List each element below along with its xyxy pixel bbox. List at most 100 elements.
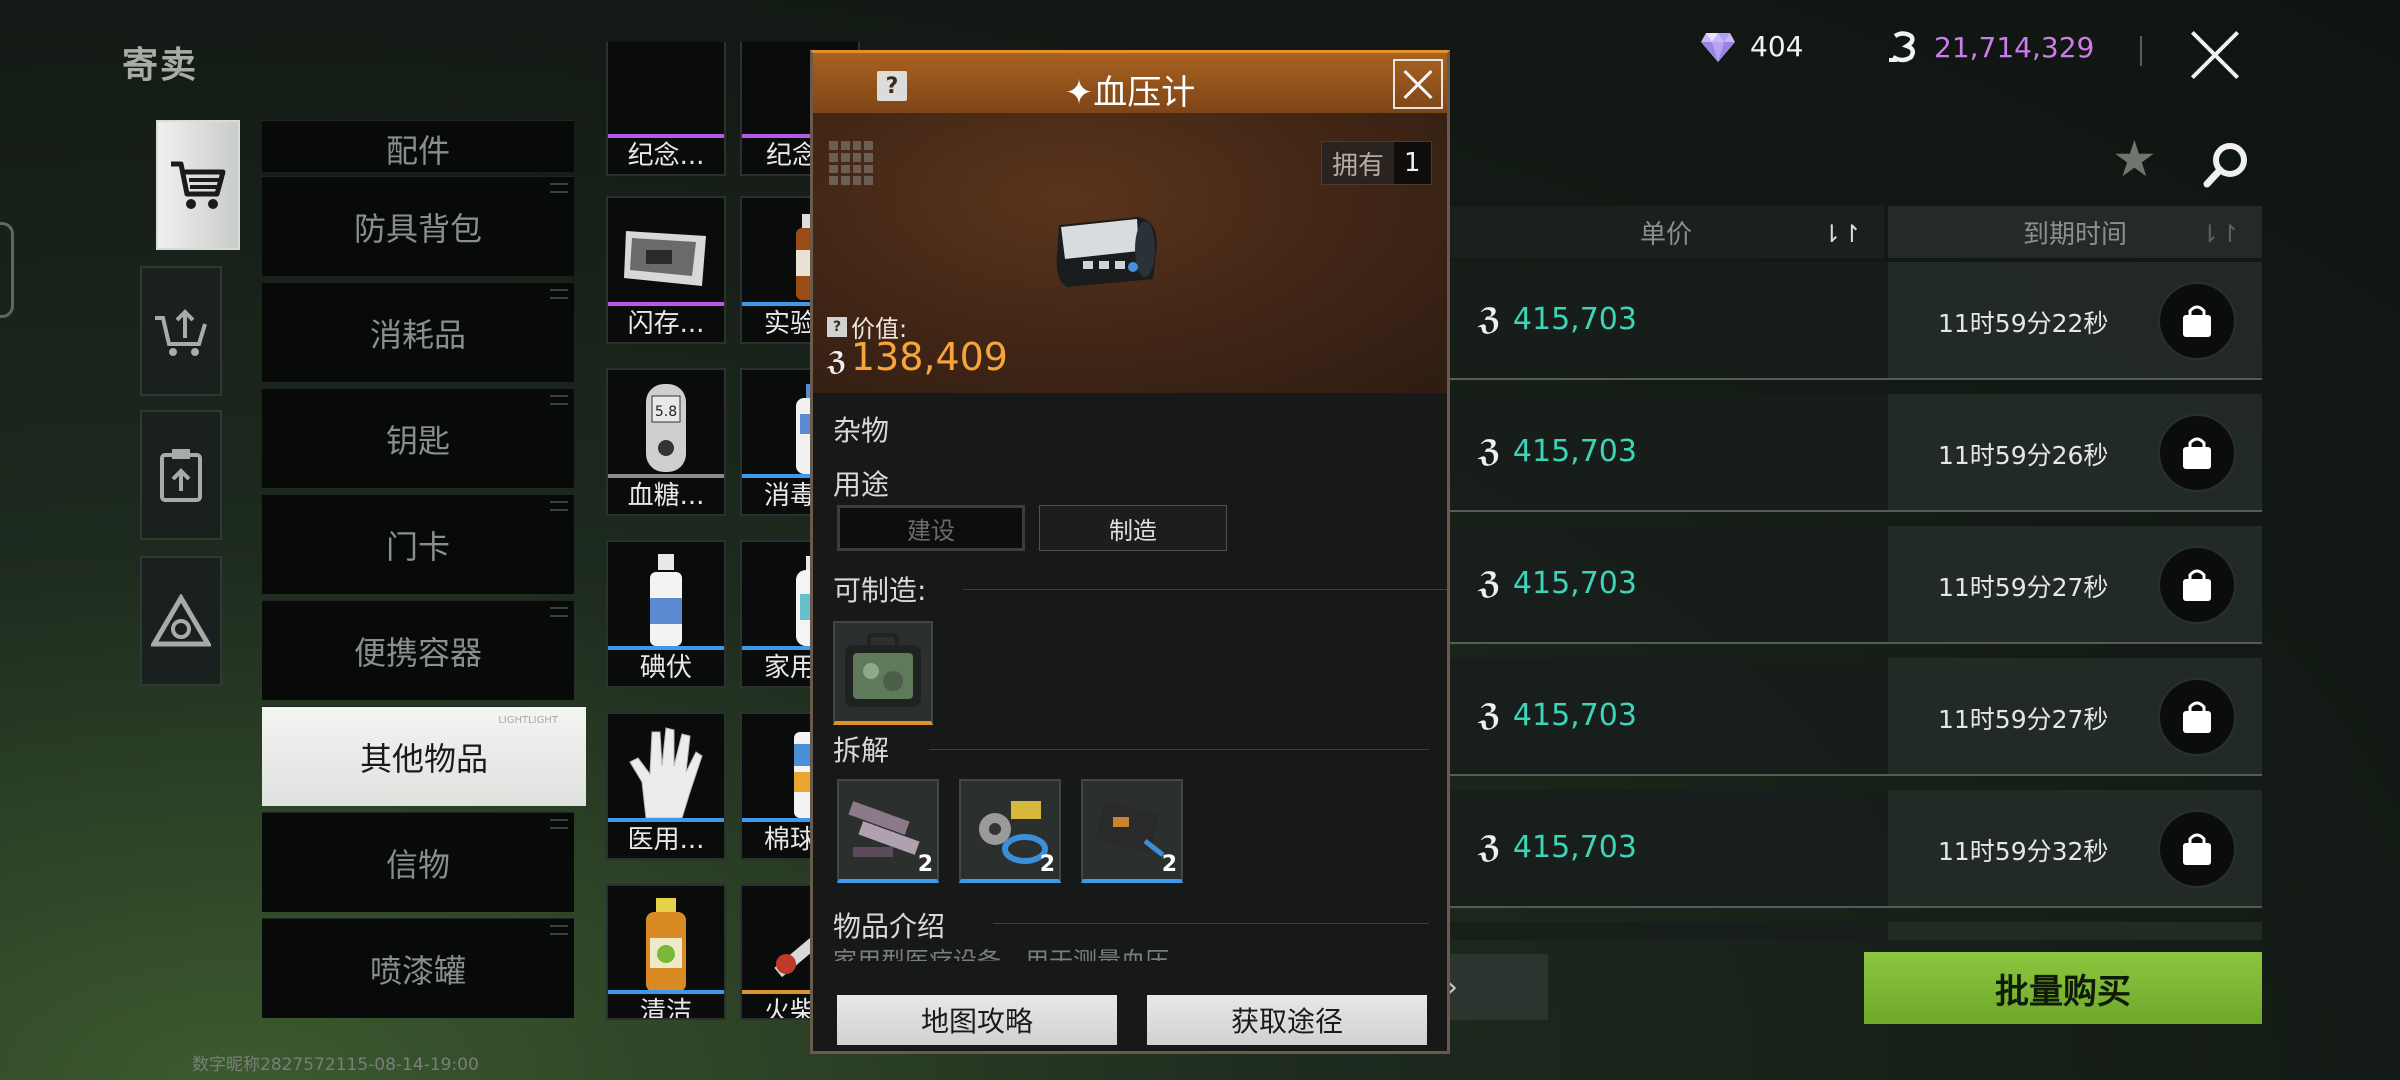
price-value: 415,703 <box>1512 566 1637 601</box>
grid-size-icon <box>829 141 873 185</box>
item-type: 杂物 <box>833 414 890 447</box>
table-row[interactable]: ℨ 415,703 11时59分27秒 <box>1448 658 2262 776</box>
section-divider <box>963 589 1447 590</box>
top-divider <box>2140 36 2142 66</box>
dismantle-material[interactable]: 2 <box>959 779 1061 883</box>
item-card[interactable]: 清洁 <box>606 884 726 1020</box>
category-consumables[interactable]: 消耗品 <box>262 282 574 382</box>
item-name: 清洁 <box>639 997 692 1020</box>
portable-case-icon <box>845 633 921 707</box>
category-other-items[interactable]: LIGHTLIGHT 其他物品 <box>262 706 586 806</box>
item-card[interactable]: 5.8 血糖... <box>606 368 726 516</box>
section-divider <box>929 749 1429 750</box>
pagination-next[interactable]: › <box>1440 954 1548 1020</box>
expire-time: 11时59分26秒 <box>1938 441 2109 470</box>
item-detail-popup: ? ✦血压计 拥有 1 ? 价值: ℨ 138,409 杂物 用途 建设 制造 … <box>810 50 1450 1054</box>
dismantle-material[interactable]: 2 <box>837 779 939 883</box>
use-craft-button[interactable]: 制造 <box>1039 505 1227 551</box>
use-build-button[interactable]: 建设 <box>837 505 1025 551</box>
grip-icon <box>550 607 568 617</box>
coin-icon: ℨ <box>827 347 847 377</box>
item-name: 碘伏 <box>639 653 692 683</box>
price-cell: ℨ 415,703 <box>1478 830 1637 865</box>
description-section-title: 物品介绍 <box>833 910 946 943</box>
category-armor-backpack[interactable]: 防具背包 <box>262 176 574 276</box>
item-name: 纪念... <box>627 141 705 171</box>
expire-cell <box>1888 922 2262 940</box>
bulk-buy-button[interactable]: 批量购买 <box>1864 952 2262 1024</box>
category-accessories[interactable]: 配件 <box>262 120 574 172</box>
category-label: 信物 <box>385 845 450 884</box>
buy-button[interactable] <box>2158 414 2236 492</box>
close-icon[interactable] <box>2180 20 2250 90</box>
category-label: 防具背包 <box>353 209 482 248</box>
expire-time: 11时59分27秒 <box>1938 705 2109 734</box>
price-cell: ℨ 415,703 <box>1478 434 1637 469</box>
owned-count: 拥有 1 <box>1321 141 1432 185</box>
page-title: 寄卖 <box>122 45 199 86</box>
help-icon[interactable]: ? <box>827 316 847 337</box>
category-spray-paint[interactable]: 喷漆罐 <box>262 918 574 1018</box>
coin-icon: ℨ <box>1478 698 1501 733</box>
buy-button[interactable] <box>2158 810 2236 888</box>
category-tag: LIGHTLIGHT <box>498 715 558 726</box>
craftable-item[interactable] <box>833 621 933 725</box>
coin-icon <box>1889 31 1916 63</box>
table-row[interactable]: ℨ 415,703 11时59分32秒 <box>1448 790 2262 908</box>
column-header-price[interactable]: 单价 ⇂↾ <box>1448 206 1884 258</box>
dismantle-material[interactable]: 2 <box>1081 779 1183 883</box>
map-guide-button[interactable]: 地图攻略 <box>837 995 1117 1045</box>
triangle-emblem-icon <box>151 594 211 647</box>
collapse-handle[interactable] <box>0 222 14 318</box>
category-keycards[interactable]: 门卡 <box>262 494 574 594</box>
coin-icon: ℨ <box>1478 830 1501 865</box>
column-header-expire[interactable]: 到期时间 ⇂↾ <box>1888 206 2262 258</box>
buy-button[interactable] <box>2158 546 2236 624</box>
table-row[interactable]: ℨ 415,703 11时59分27秒 <box>1448 526 2262 644</box>
grip-icon <box>550 925 568 935</box>
flash-drive-icon <box>616 206 716 310</box>
sidebar-tab-buy[interactable] <box>156 120 240 250</box>
grip-icon <box>550 819 568 829</box>
shopping-bag-icon <box>2183 569 2211 601</box>
expire-time: 11时59分22秒 <box>1938 309 2109 338</box>
sort-icon[interactable]: ⇂↾ <box>1822 220 1862 248</box>
user-watermark: 数字昵称2827572115-08-14-19:00 <box>192 1055 479 1075</box>
gem-count: 404 <box>1750 30 1804 63</box>
coin-icon: ℨ <box>1478 302 1501 337</box>
sidebar-tab-emblem[interactable] <box>140 556 222 686</box>
table-row[interactable]: ℨ 415,703 11时59分22秒 <box>1448 262 2262 380</box>
popup-title: ✦血压计 <box>1064 73 1196 113</box>
shopping-bag-icon <box>2183 701 2211 733</box>
material-count: 2 <box>1161 852 1177 877</box>
grip-icon <box>550 395 568 405</box>
category-keys[interactable]: 钥匙 <box>262 388 574 488</box>
use-section-title: 用途 <box>833 468 890 501</box>
item-preview-area: 拥有 1 ? 价值: ℨ 138,409 <box>813 113 1447 393</box>
search-icon[interactable] <box>2202 140 2252 190</box>
buy-button[interactable] <box>2158 678 2236 756</box>
price-value: 415,703 <box>1512 302 1637 337</box>
close-icon[interactable] <box>1393 59 1443 109</box>
coin-amount: 21,714,329 <box>1934 30 2095 64</box>
gem-balance: 404 <box>1700 30 1803 63</box>
item-value-number: 138,409 <box>850 335 1008 379</box>
coin-icon: ℨ <box>1478 434 1501 469</box>
category-containers[interactable]: 便携容器 <box>262 600 574 700</box>
sort-icon[interactable]: ⇂↾ <box>2200 220 2240 248</box>
buy-button[interactable] <box>2158 282 2236 360</box>
grip-icon <box>550 289 568 299</box>
diamond-icon <box>1701 32 1735 62</box>
item-card[interactable]: 碘伏 <box>606 540 726 688</box>
favorite-star-icon[interactable]: ★ <box>2112 130 2157 188</box>
obtain-source-button[interactable]: 获取途径 <box>1147 995 1427 1045</box>
glucose-meter-icon: 5.8 <box>616 378 716 482</box>
item-card[interactable]: 闪存... <box>606 196 726 344</box>
item-card[interactable]: 医用... <box>606 712 726 860</box>
price-value: 415,703 <box>1512 698 1637 733</box>
item-card[interactable]: 纪念... <box>606 42 726 176</box>
table-row[interactable]: ℨ 415,703 11时59分26秒 <box>1448 394 2262 512</box>
category-tokens[interactable]: 信物 <box>262 812 574 912</box>
sidebar-tab-sell[interactable] <box>140 266 222 396</box>
sidebar-tab-records[interactable] <box>140 410 222 540</box>
